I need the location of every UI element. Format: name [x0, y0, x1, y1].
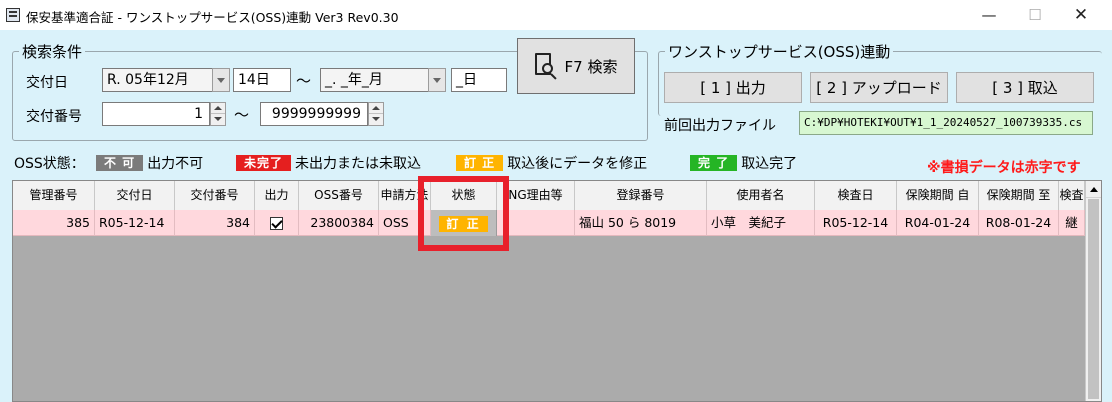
last-output-path: C:¥DP¥HOTEKI¥OUT¥1_1_20240527_100739335.…: [799, 111, 1093, 135]
date-from-day-field[interactable]: 14日: [233, 68, 291, 92]
issue-no-range-tilde: ～: [234, 106, 250, 124]
date-to-day-field[interactable]: _日: [451, 68, 507, 92]
date-to-month-select[interactable]: _. _年_月: [320, 68, 430, 92]
legend-text: 出力不可: [147, 156, 204, 172]
user-name-cell: 小草 美紀子: [707, 210, 815, 236]
oss-no-cell: 23800384: [299, 210, 379, 236]
title-bar: 保安基準適合証 - ワンストップサービス(OSS)連動 Ver3 Rev0.30…: [0, 0, 1112, 30]
column-header[interactable]: 検査日: [815, 181, 897, 210]
inspection-date-cell: R05-12-14: [815, 210, 897, 236]
date-range-tilde: ～: [296, 72, 312, 90]
import-button[interactable]: [ 3 ] 取込: [956, 72, 1094, 103]
column-header[interactable]: 交付日: [95, 181, 175, 210]
upload-button[interactable]: [ 2 ] アップロード: [810, 72, 948, 103]
mgmt-no-cell: 385: [13, 210, 95, 236]
column-header[interactable]: 使用者名: [707, 181, 815, 210]
legend-item-impossible: 不 可 出力不可: [96, 153, 203, 173]
document-search-icon: [534, 53, 557, 80]
column-header[interactable]: OSS番号: [299, 181, 379, 210]
status-badge: 完 了: [690, 155, 738, 171]
issue-no-cell: 384: [175, 210, 255, 236]
status-badge: 訂 正: [439, 215, 488, 232]
spin-up-down-icon[interactable]: [210, 102, 226, 126]
minimize-button[interactable]: —: [966, 0, 1012, 30]
issue-date-label: 交付日: [26, 75, 68, 91]
legend-item-incomplete: 未完了 未出力または未取込: [236, 153, 421, 173]
legend-item-corrected: 訂 正 取込後にデータを修正: [456, 153, 647, 173]
column-header[interactable]: 検査: [1059, 181, 1085, 210]
column-header[interactable]: 状態: [431, 181, 497, 210]
maximize-button[interactable]: ☐: [1012, 0, 1058, 30]
legend-item-complete: 完 了 取込完了: [690, 153, 797, 173]
issue-date-cell: R05-12-14: [95, 210, 175, 236]
output-checkbox[interactable]: [270, 217, 283, 230]
status-cell[interactable]: 訂 正: [431, 210, 497, 236]
inspection-extra-cell: 継: [1059, 210, 1085, 236]
search-button[interactable]: F7 検索: [517, 38, 635, 94]
spin-up-down-icon[interactable]: [368, 102, 384, 126]
column-header[interactable]: 管理番号: [13, 181, 95, 210]
column-header[interactable]: NG理由等: [497, 181, 575, 210]
app-icon: [6, 8, 20, 22]
status-badge: 不 可: [96, 155, 144, 171]
column-header[interactable]: 登録番号: [575, 181, 707, 210]
column-header[interactable]: 申請方法: [379, 181, 431, 210]
close-button[interactable]: ✕: [1058, 0, 1104, 30]
method-cell: OSS: [379, 210, 431, 236]
results-grid[interactable]: 管理番号 交付日 交付番号 出力 OSS番号 申請方法 状態 NG理由等 登録番…: [12, 180, 1102, 402]
output-button[interactable]: [ 1 ] 出力: [664, 72, 802, 103]
search-group-title: 検索条件: [19, 41, 86, 62]
issue-no-from-field[interactable]: 1: [102, 102, 210, 126]
insurance-from-cell: R04-01-24: [897, 210, 979, 236]
reg-no-cell: 福山 50 ら 8019: [575, 210, 707, 236]
issue-no-to-field[interactable]: 9999999999: [260, 102, 368, 126]
legend-text: 取込完了: [741, 156, 798, 172]
column-header[interactable]: 出力: [255, 181, 299, 210]
column-header[interactable]: 保険期間 至: [979, 181, 1059, 210]
vertical-scrollbar[interactable]: [1085, 181, 1101, 401]
issue-no-label: 交付番号: [26, 109, 82, 125]
spoiled-data-note: ※書損データは赤字です: [927, 160, 1081, 176]
table-row[interactable]: 385 R05-12-14 384 23800384 OSS 訂 正 福山 50…: [13, 210, 1085, 236]
column-header[interactable]: 交付番号: [175, 181, 255, 210]
oss-group-title: ワンストップサービス(OSS)連動: [665, 41, 894, 62]
output-cell[interactable]: [255, 210, 299, 236]
status-badge: 未完了: [236, 155, 292, 171]
chevron-down-icon[interactable]: [428, 68, 446, 92]
grid-header: 管理番号 交付日 交付番号 出力 OSS番号 申請方法 状態 NG理由等 登録番…: [13, 181, 1085, 210]
ng-reason-cell: [497, 210, 575, 236]
status-badge: 訂 正: [456, 155, 504, 171]
insurance-to-cell: R08-01-24: [979, 210, 1059, 236]
oss-status-label: OSS状態：: [14, 156, 85, 172]
date-from-month-select[interactable]: R. 05年12月: [102, 68, 214, 92]
window-title: 保安基準適合証 - ワンストップサービス(OSS)連動 Ver3 Rev0.30: [26, 10, 399, 25]
scroll-thumb[interactable]: [1088, 199, 1099, 399]
search-button-label: F7 検索: [564, 57, 618, 76]
chevron-down-icon[interactable]: [212, 68, 230, 92]
column-header[interactable]: 保険期間 自: [897, 181, 979, 210]
last-output-label: 前回出力ファイル: [664, 118, 776, 134]
legend-text: 未出力または未取込: [295, 156, 422, 172]
scroll-up-icon[interactable]: [1086, 181, 1101, 198]
legend-text: 取込後にデータを修正: [507, 156, 648, 172]
